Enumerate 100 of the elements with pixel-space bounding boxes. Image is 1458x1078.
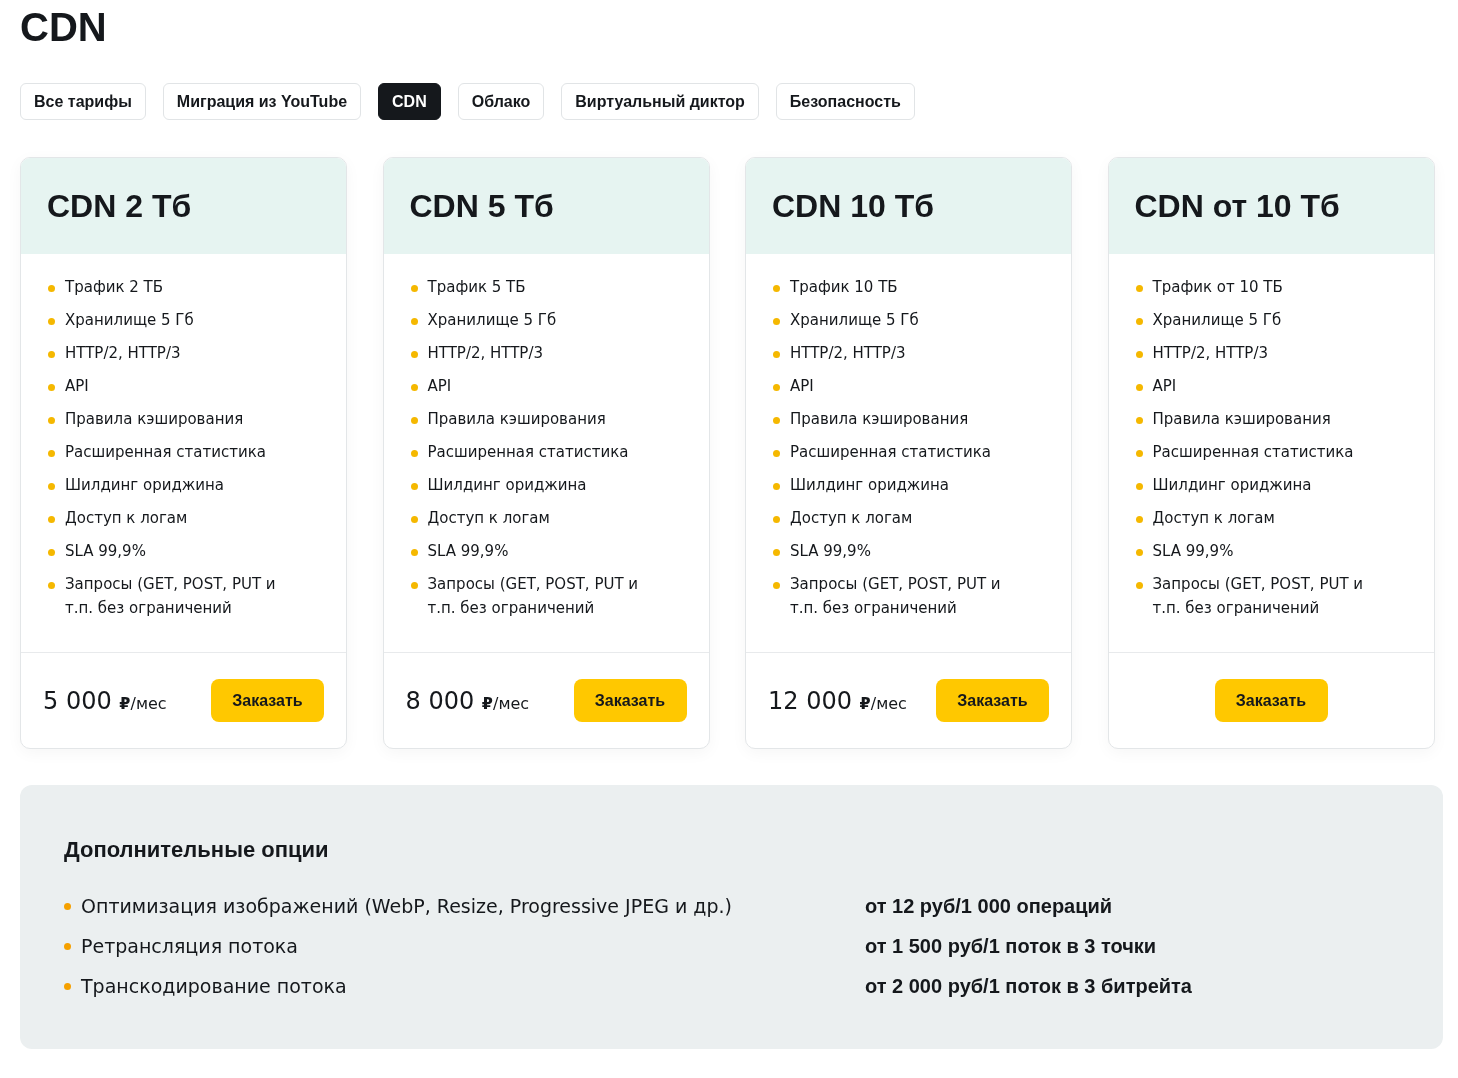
bullet-icon [48, 516, 55, 523]
bullet-icon [773, 483, 780, 490]
option-price: от 2 000 руб/1 поток в 3 битрейта [865, 974, 1193, 999]
bullet-icon [410, 483, 418, 490]
bullet-icon [1135, 318, 1143, 325]
feature-text: API [1152, 376, 1177, 397]
feature-text: Запросы (GET, POST, PUT и т.п. без ограничений [65, 574, 277, 619]
option-price: от 12 руб/1 000 операций [865, 894, 1114, 919]
bullet-icon [1135, 549, 1143, 556]
bullet-icon [1135, 582, 1143, 589]
feature-text: HTTP/2, HTTP/3 [65, 343, 181, 364]
plan-name: CDN 10 Тб [772, 187, 934, 225]
feature-text: Трафик 2 ТБ [65, 277, 164, 298]
bullet-icon [48, 483, 55, 490]
option-name: Транскодирование потока [81, 974, 347, 999]
bullet-icon [410, 549, 418, 556]
bullet-icon [1135, 483, 1143, 490]
feature-text: SLA 99,9% [65, 541, 146, 562]
bullet-icon [1135, 450, 1143, 457]
feature-text: Шилдинг ориджина [65, 475, 225, 496]
filter-tab[interactable]: Безопасность [775, 83, 915, 120]
bullet-icon [773, 450, 780, 457]
filter-tab[interactable]: CDN [378, 83, 441, 120]
feature-text: HTTP/2, HTTP/3 [427, 343, 543, 364]
bullet-icon [48, 318, 55, 325]
bullet-icon [64, 902, 71, 910]
bullet-icon [64, 982, 71, 990]
bullet-icon [773, 318, 780, 325]
bullet-icon [48, 417, 55, 424]
bullet-icon [48, 285, 55, 292]
feature-text: Расширенная статистика [65, 442, 266, 463]
feature-text: Хранилище 5 Гб [65, 310, 194, 331]
option-price: от 1 500 руб/1 поток в 3 точки [865, 934, 1158, 959]
plan-name: CDN от 10 Тб [1134, 187, 1340, 225]
feature-text: Хранилище 5 Гб [427, 310, 557, 331]
feature-text: SLA 99,9% [427, 541, 509, 562]
bullet-icon [1135, 351, 1143, 358]
bullet-icon [410, 450, 418, 457]
bullet-icon [773, 549, 780, 556]
feature-text: API [790, 376, 814, 397]
bullet-icon [773, 582, 780, 589]
feature-text: Хранилище 5 Гб [1152, 310, 1282, 331]
filter-tab[interactable]: Все тарифы [20, 83, 146, 120]
filter-tab[interactable]: Виртуальный диктор [561, 83, 759, 120]
price: 5 000 ₽/мес [43, 686, 167, 715]
plan-name: CDN 2 Тб [47, 187, 192, 225]
page-title: CDN [20, 4, 108, 50]
order-button[interactable]: Заказать [573, 679, 687, 722]
feature-text: HTTP/2, HTTP/3 [1152, 343, 1268, 364]
order-button[interactable]: Заказать [211, 679, 324, 722]
feature-text: Доступ к логам [1152, 508, 1275, 529]
feature-text: Шилдинг ориджина [790, 475, 950, 496]
bullet-icon [773, 417, 780, 424]
filter-tab[interactable]: Облако [457, 83, 545, 120]
bullet-icon [48, 549, 55, 556]
feature-text: Правила кэширования [1152, 409, 1331, 430]
bullet-icon [48, 351, 55, 358]
bullet-icon [410, 384, 418, 391]
bullet-icon [410, 417, 418, 424]
feature-text: Правила кэширования [65, 409, 244, 430]
feature-text: Запросы (GET, POST, PUT и т.п. без ограничений [1152, 574, 1365, 619]
price: 12 000 ₽/мес [768, 686, 907, 715]
bullet-icon [1135, 516, 1143, 523]
feature-text: SLA 99,9% [790, 541, 871, 562]
feature-text: Трафик 10 ТБ [790, 277, 898, 298]
feature-text: API [427, 376, 452, 397]
feature-text: SLA 99,9% [1152, 541, 1234, 562]
bullet-icon [48, 384, 55, 391]
feature-text: Трафик 5 ТБ [427, 277, 526, 298]
bullet-icon [1135, 285, 1143, 292]
feature-text: Запросы (GET, POST, PUT и т.п. без ограничений [427, 574, 640, 619]
bullet-icon [410, 582, 418, 589]
feature-text: Расширенная статистика [1152, 442, 1354, 463]
bullet-icon [773, 351, 780, 358]
feature-text: Трафик от 10 ТБ [1152, 277, 1283, 298]
feature-text: Правила кэширования [427, 409, 606, 430]
feature-text: Хранилище 5 Гб [790, 310, 919, 331]
bullet-icon [48, 582, 55, 589]
bullet-icon [773, 384, 780, 391]
option-name: Ретрансляция потока [81, 934, 298, 959]
option-name: Оптимизация изображений (WebP, Resize, Progressive JPEG и др.) [81, 894, 732, 919]
feature-text: Доступ к логам [65, 508, 188, 529]
order-button[interactable]: Заказать [1214, 679, 1328, 722]
bullet-icon [64, 942, 71, 950]
filter-tab[interactable]: Миграция из YouTube [162, 83, 362, 120]
bullet-icon [410, 285, 418, 292]
bullet-icon [1135, 417, 1143, 424]
order-button[interactable]: Заказать [936, 679, 1049, 722]
feature-text: Шилдинг ориджина [1152, 475, 1312, 496]
bullet-icon [410, 516, 418, 523]
feature-text: Доступ к логам [427, 508, 550, 529]
feature-text: Расширенная статистика [427, 442, 629, 463]
plan-name: CDN 5 Тб [409, 187, 554, 225]
bullet-icon [773, 516, 780, 523]
feature-text: Шилдинг ориджина [427, 475, 587, 496]
feature-text: Доступ к логам [790, 508, 913, 529]
price: 8 000 ₽/мес [405, 686, 530, 715]
feature-text: Запросы (GET, POST, PUT и т.п. без ограничений [790, 574, 1002, 619]
options-title: Дополнительные опции [64, 837, 330, 863]
bullet-icon [410, 318, 418, 325]
